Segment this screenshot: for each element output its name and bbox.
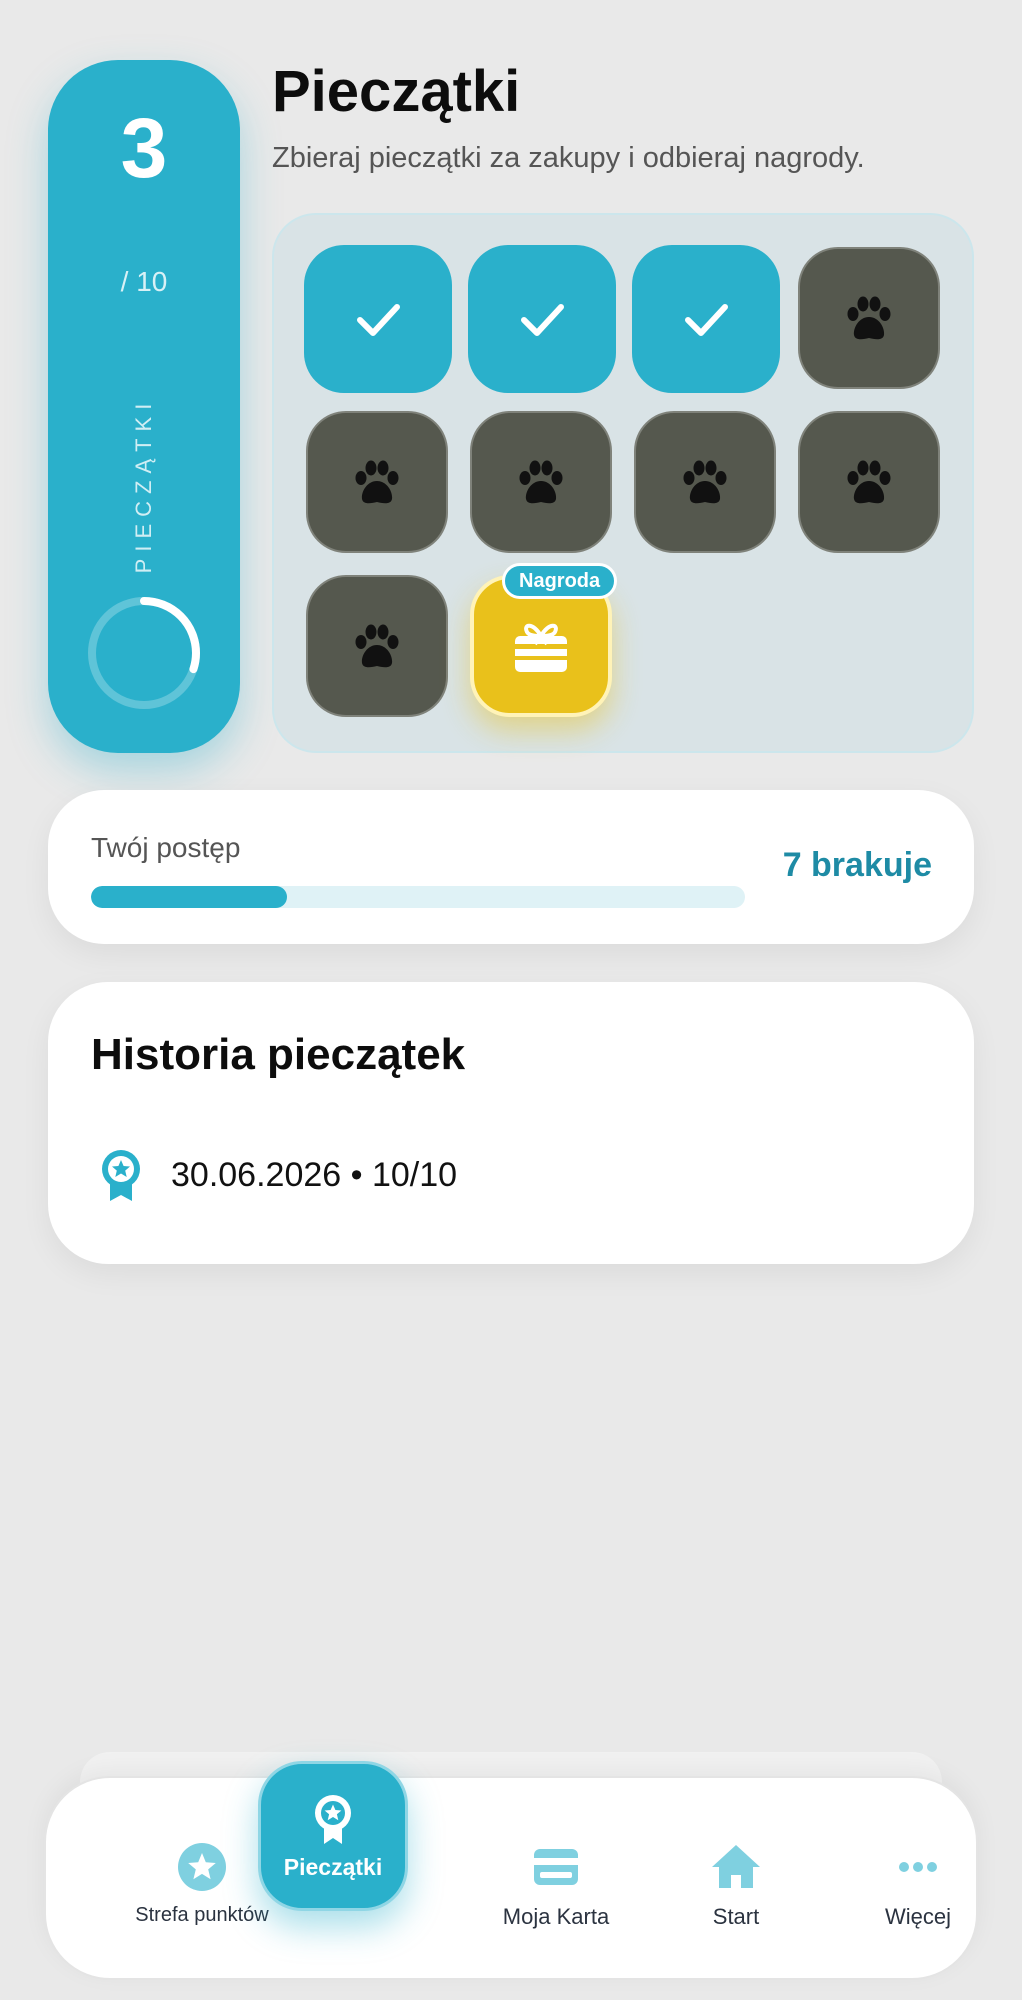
- stamp-slot-collected: [304, 245, 452, 393]
- stamp-slot-empty: [306, 575, 448, 717]
- nav-label: Moja Karta: [502, 1904, 610, 1929]
- stamp-history-card: Historia pieczątek 30.06.2026 • 10/10: [48, 982, 974, 1264]
- check-icon: [685, 304, 728, 336]
- progress-ring: [88, 597, 200, 709]
- stamp-counter-label: PIECZĄTKI: [131, 396, 156, 574]
- bottom-navigation: Strefa punktów Moja Karta Start Więcej: [44, 1776, 978, 1980]
- progress-card: Twój postęp 7 brakuje: [48, 790, 974, 944]
- progress-bar: [91, 886, 745, 908]
- paw-icon: [847, 296, 891, 340]
- nav-label: Strefa punktów: [135, 1904, 269, 1926]
- page-subtitle: Zbieraj pieczątki za zakupy i odbieraj n…: [272, 142, 865, 174]
- nav-label: Więcej: [884, 1904, 951, 1929]
- history-entry-text: 30.06.2026 • 10/10: [171, 1155, 458, 1194]
- award-ribbon-icon: [315, 1795, 351, 1844]
- paw-icon: [355, 460, 399, 504]
- stamp-slot-empty: [798, 247, 940, 389]
- stamp-slot-collected: [632, 245, 780, 393]
- nav-item-stamps[interactable]: Pieczątki: [258, 1761, 408, 1911]
- stamp-slot-empty: [470, 411, 612, 553]
- progress-label: Twój postęp: [91, 832, 241, 863]
- reward-badge: Nagroda: [502, 563, 618, 599]
- award-ribbon-icon: [102, 1150, 140, 1201]
- credit-card-icon: [534, 1849, 578, 1885]
- stamp-slot-empty: [798, 411, 940, 553]
- stamp-count-value: 3: [120, 101, 168, 195]
- home-icon: [712, 1845, 760, 1888]
- nav-label: Start: [712, 1904, 760, 1929]
- check-icon: [357, 304, 400, 336]
- paw-icon: [355, 624, 399, 668]
- paw-icon: [519, 460, 563, 504]
- nav-label: Pieczątki: [283, 1854, 383, 1880]
- progress-bar-fill: [91, 886, 288, 908]
- paw-icon: [847, 460, 891, 504]
- nav-item-start[interactable]: Start: [636, 1778, 836, 1982]
- stamp-slot-empty: [634, 411, 776, 553]
- stamp-grid: [272, 213, 974, 753]
- stamp-counter-card: 3 / 10 PIECZĄTKI: [48, 60, 240, 753]
- stamp-slot-collected: [468, 245, 616, 393]
- star-circle-icon: [178, 1843, 226, 1891]
- gift-card-icon: [515, 623, 567, 672]
- history-title: Historia pieczątek: [91, 1030, 466, 1079]
- page-title: Pieczątki: [272, 59, 521, 124]
- nav-item-my-card[interactable]: Moja Karta: [446, 1778, 666, 1982]
- stamp-count-total: / 10: [120, 266, 168, 297]
- stamps-missing-count: 7 brakuje: [782, 846, 932, 884]
- stamp-slot-empty: [306, 411, 448, 553]
- paw-icon: [683, 460, 727, 504]
- nav-item-more[interactable]: Więcej: [818, 1778, 1018, 1982]
- history-entry[interactable]: 30.06.2026 • 10/10: [91, 1140, 457, 1210]
- check-icon: [521, 304, 564, 336]
- more-dots-icon: [899, 1862, 937, 1872]
